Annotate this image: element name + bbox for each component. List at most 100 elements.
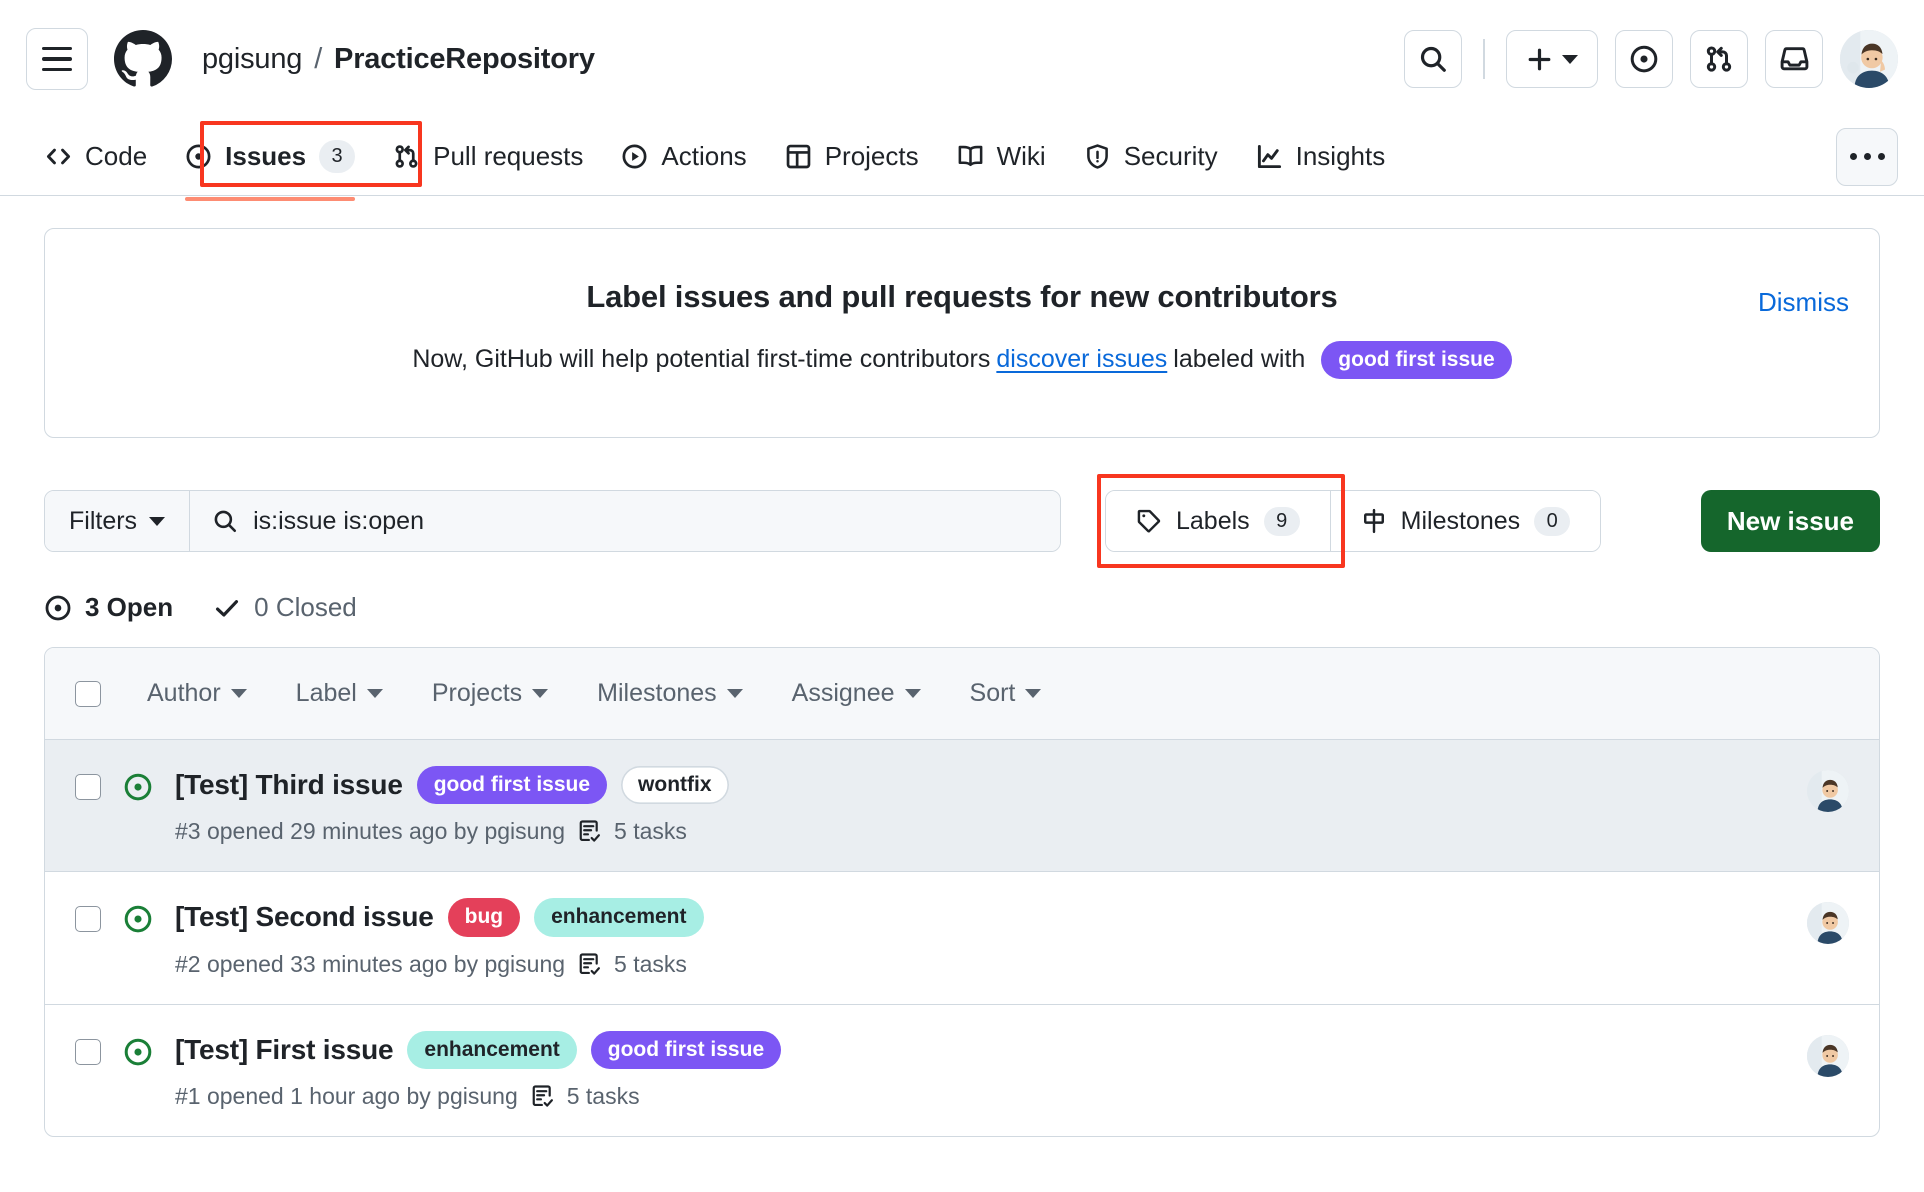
closed-issues-label: 0 Closed — [254, 592, 357, 622]
filter-row: Filters is:issue is:open Labels 9 Milest… — [44, 474, 1880, 568]
table-row[interactable]: [Test] First issue enhancement good firs… — [45, 1003, 1879, 1136]
select-all-checkbox[interactable] — [75, 680, 101, 707]
issue-label[interactable]: bug — [447, 898, 521, 937]
tasklist-icon — [532, 1085, 553, 1107]
main-content: Label issues and pull requests for new c… — [0, 196, 1924, 1137]
kebab-horizontal-icon — [1863, 153, 1871, 160]
labels-button[interactable]: Labels 9 — [1106, 491, 1330, 551]
assignee-avatar[interactable] — [1807, 1034, 1849, 1077]
issue-checkbox[interactable] — [75, 906, 101, 933]
open-issues-label: 3 Open — [85, 592, 174, 622]
issue-content: [Test] Second issue bug enhancement #2 o… — [175, 898, 1807, 977]
issue-opened-icon — [186, 144, 211, 169]
search-icon — [1421, 46, 1447, 72]
dismiss-button[interactable]: Dismiss — [1758, 287, 1849, 318]
search-button[interactable] — [1404, 30, 1463, 88]
hamburger-menu-icon[interactable] — [26, 28, 88, 90]
issue-label[interactable]: good first issue — [590, 1030, 782, 1069]
issue-label[interactable]: enhancement — [534, 898, 704, 937]
tab-pull-requests[interactable]: Pull requests — [374, 131, 602, 182]
issue-title[interactable]: [Test] Third issue — [175, 769, 403, 801]
issue-label[interactable]: wontfix — [621, 766, 729, 805]
issue-title[interactable]: [Test] Second issue — [175, 901, 434, 933]
tab-actions[interactable]: Actions — [602, 131, 765, 182]
issue-opened-icon — [1630, 45, 1658, 73]
label-filter-label: Label — [295, 679, 357, 707]
closed-issues-count[interactable]: 0 Closed — [213, 592, 357, 623]
chevron-down-icon — [1025, 689, 1042, 698]
milestones-button[interactable]: Milestones 0 — [1329, 491, 1601, 551]
author-filter[interactable]: Author — [147, 679, 278, 708]
nav-overflow-button[interactable] — [1836, 127, 1898, 186]
banner-text: Label issues and pull requests for new c… — [75, 263, 1849, 380]
banner-title: Label issues and pull requests for new c… — [586, 279, 1338, 314]
filters-dropdown[interactable]: Filters — [45, 491, 191, 551]
tasklist-icon — [579, 820, 600, 842]
projects-filter[interactable]: Projects — [432, 679, 579, 708]
tab-wiki-label: Wiki — [996, 141, 1046, 171]
assignee-filter[interactable]: Assignee — [792, 679, 952, 708]
search-input[interactable]: is:issue is:open — [190, 491, 1060, 551]
issue-label[interactable]: enhancement — [407, 1030, 577, 1069]
git-pull-request-icon — [395, 145, 418, 168]
issue-state-counts: 3 Open 0 Closed — [44, 592, 1880, 623]
author-filter-label: Author — [147, 679, 221, 707]
issue-content: [Test] First issue enhancement good firs… — [175, 1030, 1807, 1110]
kebab-horizontal-icon — [1849, 153, 1857, 160]
tab-projects[interactable]: Projects — [766, 131, 938, 182]
issue-opened-icon — [124, 905, 152, 933]
new-issue-button[interactable]: New issue — [1700, 490, 1880, 552]
issue-label[interactable]: good first issue — [416, 766, 608, 805]
tab-code[interactable]: Code — [26, 131, 166, 182]
play-icon — [622, 144, 647, 169]
top-header: pgisung / PracticeRepository — [0, 0, 1924, 118]
avatar-image — [1840, 30, 1898, 88]
discover-issues-link[interactable]: discover issues — [996, 341, 1167, 379]
plus-icon — [1528, 48, 1551, 70]
tab-insights[interactable]: Insights — [1237, 131, 1405, 182]
inbox-icon — [1780, 46, 1808, 70]
issue-title[interactable]: [Test] First issue — [175, 1034, 394, 1066]
notifications-button[interactable] — [1765, 30, 1823, 88]
milestones-label: Milestones — [1400, 506, 1521, 535]
issue-checkbox[interactable] — [75, 1038, 101, 1065]
breadcrumb-owner[interactable]: pgisung — [202, 43, 302, 76]
sort-filter[interactable]: Sort — [970, 679, 1073, 708]
avatar[interactable] — [1840, 30, 1898, 88]
chevron-down-icon — [904, 689, 921, 698]
chevron-down-icon — [366, 689, 383, 698]
table-row[interactable]: [Test] Third issue good first issue wont… — [45, 740, 1879, 872]
github-logo-icon[interactable] — [114, 30, 172, 88]
breadcrumb-repo[interactable]: PracticeRepository — [334, 43, 595, 76]
issue-opened-icon — [45, 595, 71, 620]
table-row[interactable]: [Test] Second issue bug enhancement #2 o… — [45, 871, 1879, 1003]
tab-projects-label: Projects — [824, 141, 919, 171]
your-pull-requests-button[interactable] — [1690, 30, 1748, 88]
create-new-button[interactable] — [1506, 30, 1598, 88]
milestones-filter-label: Milestones — [597, 679, 717, 707]
assignee-avatar[interactable] — [1807, 770, 1849, 812]
avatar-image — [1807, 1034, 1849, 1077]
tab-issues[interactable]: Issues 3 — [166, 130, 374, 201]
banner-good-first-issue-label[interactable]: good first issue — [1321, 341, 1512, 380]
issue-opened-icon — [124, 1038, 152, 1065]
issue-checkbox[interactable] — [75, 774, 101, 800]
issue-tasks: 5 tasks — [566, 1082, 640, 1109]
labels-milestones-group: Labels 9 Milestones 0 — [1105, 490, 1602, 552]
code-icon — [46, 148, 71, 165]
tasklist-icon — [579, 952, 600, 975]
breadcrumb: pgisung / PracticeRepository — [202, 43, 595, 76]
tab-issues-label: Issues — [225, 141, 307, 171]
assignee-avatar[interactable] — [1807, 902, 1849, 945]
check-icon — [216, 599, 239, 617]
milestones-filter[interactable]: Milestones — [597, 679, 774, 708]
open-issues-count[interactable]: 3 Open — [44, 592, 173, 623]
tab-wiki[interactable]: Wiki — [938, 131, 1065, 182]
kebab-horizontal-icon — [1877, 153, 1885, 160]
book-icon — [958, 145, 983, 167]
tab-security[interactable]: Security — [1065, 131, 1237, 182]
your-issues-button[interactable] — [1615, 30, 1673, 88]
chevron-down-icon — [149, 516, 166, 526]
issue-title-line: [Test] Third issue good first issue wont… — [175, 766, 1807, 805]
label-filter[interactable]: Label — [296, 679, 414, 708]
